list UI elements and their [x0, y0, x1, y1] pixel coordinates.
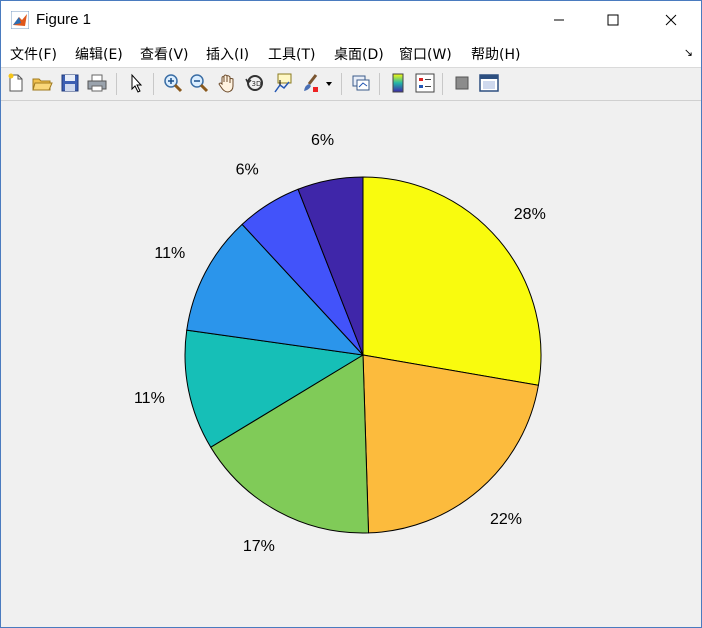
pan-hand-icon[interactable] [216, 72, 238, 94]
figure-canvas: 28% 22% 17% 11% 11% 6% 6% [1, 101, 701, 627]
menu-window[interactable]: 窗口(W) [399, 44, 452, 64]
zoom-in-icon[interactable] [162, 72, 184, 94]
menu-file[interactable]: 文件(F) [10, 44, 57, 64]
select-arrow-icon[interactable] [126, 72, 148, 94]
data-cursor-icon[interactable] [272, 72, 294, 94]
close-icon [665, 14, 677, 26]
matlab-icon [11, 11, 29, 29]
toolbar-separator [153, 73, 154, 95]
zoom-out-icon[interactable] [188, 72, 210, 94]
toolbar-separator [116, 73, 117, 95]
menu-insert[interactable]: 插入(I) [206, 44, 249, 64]
print-icon[interactable] [86, 72, 108, 94]
toolbar-separator [379, 73, 380, 95]
slice-percent-label: 6% [236, 162, 259, 179]
close-button[interactable] [648, 1, 694, 39]
slice-percent-label: 11% [154, 245, 185, 262]
show-plot-tools-icon[interactable] [478, 72, 500, 94]
menu-bar: 文件(F) 编辑(E) 查看(V) 插入(I) 工具(T) 桌面(D) 窗口(W… [1, 39, 701, 68]
save-icon[interactable] [59, 72, 81, 94]
link-plot-icon[interactable] [350, 72, 372, 94]
minimize-button[interactable] [536, 1, 582, 39]
menu-desktop[interactable]: 桌面(D) [334, 44, 384, 64]
rotate-3d-icon[interactable]: 3D [244, 72, 266, 94]
svg-text:3D: 3D [252, 80, 262, 88]
slice-percent-label: 11% [134, 390, 165, 407]
colorbar-icon[interactable] [387, 72, 409, 94]
menu-help[interactable]: 帮助(H) [471, 44, 520, 64]
slice-percent-label: 28% [514, 206, 546, 223]
new-figure-icon[interactable] [5, 72, 27, 94]
pie-chart: 28% 22% 17% 11% 11% 6% 6% [134, 132, 546, 555]
dock-arrow-icon[interactable]: ↘ [684, 46, 693, 59]
slice-percent-label: 22% [490, 511, 522, 528]
toolbar-separator [341, 73, 342, 95]
menu-edit[interactable]: 编辑(E) [75, 44, 123, 64]
menu-view[interactable]: 查看(V) [140, 44, 189, 64]
title-bar: Figure 1 [1, 1, 701, 39]
toolbar: 3D [1, 68, 701, 101]
figure-window: Figure 1 文件(F) 编辑(E) 查看(V) 插入(I) 工具(T) 桌… [0, 0, 702, 628]
brush-dropdown-icon[interactable] [325, 80, 333, 88]
open-file-icon[interactable] [31, 72, 53, 94]
hide-plot-tools-icon[interactable] [451, 72, 473, 94]
maximize-icon [607, 14, 619, 26]
window-title: Figure 1 [36, 11, 92, 28]
minimize-icon [554, 19, 564, 21]
slice-percent-label: 6% [311, 132, 334, 149]
pie-slices [184, 176, 542, 534]
toolbar-separator [442, 73, 443, 95]
maximize-button[interactable] [590, 1, 636, 39]
slice-percent-label: 17% [243, 538, 275, 555]
pie-slice [362, 354, 539, 534]
menu-tools[interactable]: 工具(T) [268, 44, 315, 64]
legend-icon[interactable] [414, 72, 436, 94]
brush-icon[interactable] [299, 72, 321, 94]
